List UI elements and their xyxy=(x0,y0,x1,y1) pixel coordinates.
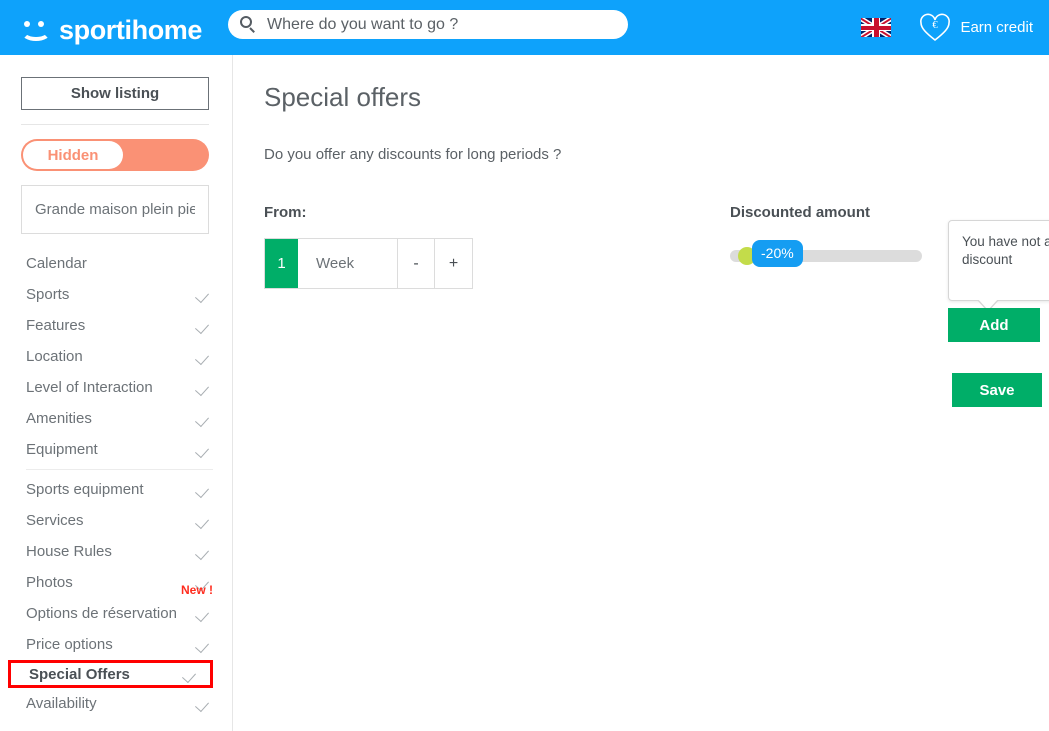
sidebar-item-label: Options de réservation xyxy=(26,605,177,622)
sidebar-item-level-of-interaction[interactable]: Level of Interaction xyxy=(26,372,213,403)
check-icon xyxy=(198,547,213,556)
sidebar-menu: Calendar Sports Features Location Level … xyxy=(0,248,232,719)
check-icon xyxy=(198,352,213,361)
check-icon xyxy=(198,640,213,649)
sidebar-item-equipment[interactable]: Equipment xyxy=(26,434,213,465)
from-label: From: xyxy=(264,204,307,221)
discounted-amount-label: Discounted amount xyxy=(730,204,871,221)
check-icon xyxy=(198,699,213,708)
sidebar-item-options-de-reservation[interactable]: New ! Options de réservation xyxy=(26,583,213,629)
sidebar-item-label: Special Offers xyxy=(29,665,130,683)
uk-flag-icon[interactable] xyxy=(861,18,892,37)
visibility-toggle-label: Hidden xyxy=(23,141,123,169)
smiley-face-icon xyxy=(20,17,54,43)
main-content: Special offers Do you offer any discount… xyxy=(234,55,1049,731)
discount-slider[interactable]: -20% xyxy=(730,240,922,267)
sidebar-item-label: Sports equipment xyxy=(26,481,144,498)
svg-text:€: € xyxy=(933,19,939,31)
sidebar: Show listing Hidden Calendar Sports Feat… xyxy=(0,55,233,731)
check-icon xyxy=(198,321,213,330)
sidebar-item-label: Equipment xyxy=(26,441,98,458)
check-icon xyxy=(198,290,213,299)
brand-logo[interactable]: sportihome xyxy=(20,11,202,45)
sidebar-item-sports[interactable]: Sports xyxy=(26,279,213,310)
listing-title-field[interactable] xyxy=(21,185,209,234)
sidebar-item-label: Location xyxy=(26,348,83,365)
sidebar-item-calendar[interactable]: Calendar xyxy=(26,248,213,279)
sidebar-item-house-rules[interactable]: House Rules xyxy=(26,536,213,567)
sidebar-item-label: Amenities xyxy=(26,410,92,427)
show-listing-button[interactable]: Show listing xyxy=(21,77,209,110)
search-input[interactable] xyxy=(265,14,616,35)
earn-credit-button[interactable]: € Earn credit xyxy=(919,13,1033,43)
sidebar-menu-divider xyxy=(26,469,213,470)
check-icon xyxy=(198,414,213,423)
new-badge: New ! xyxy=(180,583,213,597)
check-icon xyxy=(198,383,213,392)
page-title: Special offers xyxy=(264,82,422,112)
top-navigation-bar: sportihome € Earn credit xyxy=(0,0,1049,55)
sidebar-item-label: Level of Interaction xyxy=(26,379,153,396)
sidebar-item-label: Calendar xyxy=(26,255,87,272)
save-button[interactable]: Save xyxy=(952,373,1042,407)
duration-stepper: 1 Week - + xyxy=(264,238,473,289)
brand-logo-text: sportihome xyxy=(59,14,203,45)
duration-quantity: 1 xyxy=(265,239,298,288)
sidebar-item-location[interactable]: Location xyxy=(26,341,213,372)
top-bar-right-actions: € Earn credit xyxy=(861,0,1033,55)
sidebar-item-label: Availability xyxy=(26,695,97,712)
visibility-toggle[interactable]: Hidden xyxy=(21,139,209,171)
sidebar-item-label: Price options xyxy=(26,636,113,653)
sidebar-item-services[interactable]: Services xyxy=(26,505,213,536)
search-bar[interactable] xyxy=(228,10,628,39)
discount-group: Discounted amount -20% xyxy=(730,204,922,267)
sidebar-item-special-offers[interactable]: Special Offers xyxy=(8,660,213,688)
heart-euro-icon: € xyxy=(920,13,951,41)
sidebar-item-label: Photos xyxy=(26,574,73,591)
sidebar-item-sports-equipment[interactable]: Sports equipment xyxy=(26,474,213,505)
page-subtitle: Do you offer any discounts for long peri… xyxy=(264,146,562,163)
sidebar-item-amenities[interactable]: Amenities xyxy=(26,403,213,434)
sidebar-item-label: Sports xyxy=(26,286,70,303)
duration-decrement-button[interactable]: - xyxy=(398,239,435,288)
check-icon xyxy=(185,670,200,679)
add-button[interactable]: Add xyxy=(948,308,1040,342)
from-duration-group: From: 1 Week - + xyxy=(264,204,473,289)
sidebar-item-label: Features xyxy=(26,317,86,334)
sidebar-item-label: House Rules xyxy=(26,543,112,560)
check-icon xyxy=(198,485,213,494)
check-icon xyxy=(198,609,213,618)
earn-credit-label: Earn credit xyxy=(960,19,1033,36)
check-icon xyxy=(198,516,213,525)
tooltip-message: You have not applied the discount xyxy=(962,234,1049,267)
listing-title-input[interactable] xyxy=(33,200,197,219)
sidebar-divider xyxy=(21,124,209,125)
duration-unit: Week xyxy=(298,239,398,288)
discount-value-bubble: -20% xyxy=(752,240,803,267)
duration-increment-button[interactable]: + xyxy=(435,239,472,288)
discount-warning-tooltip: You have not applied the discount OK xyxy=(948,220,1049,312)
sidebar-item-price-options[interactable]: Price options xyxy=(26,629,213,660)
sidebar-item-features[interactable]: Features xyxy=(26,310,213,341)
sidebar-item-availability[interactable]: Availability xyxy=(26,688,213,719)
search-icon xyxy=(240,16,257,33)
sidebar-item-label: Services xyxy=(26,512,84,529)
check-icon xyxy=(198,445,213,454)
